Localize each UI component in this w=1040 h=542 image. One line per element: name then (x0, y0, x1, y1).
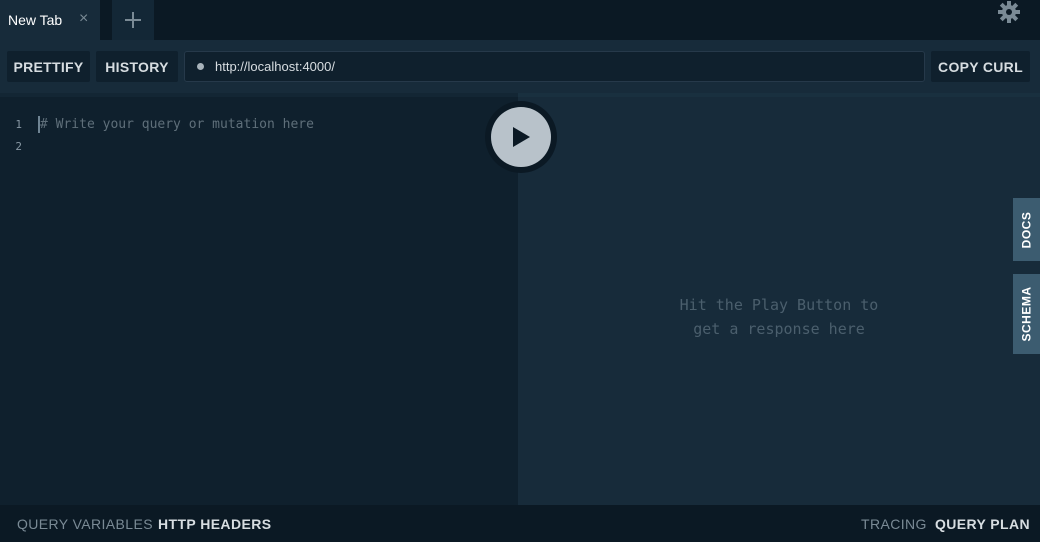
docs-tab[interactable]: DOCS (1013, 198, 1040, 261)
line-number: 2 (15, 140, 22, 153)
query-editor[interactable]: 1 2 # Write your query or mutation here (0, 93, 518, 505)
line-number: 1 (15, 118, 22, 131)
prettify-button[interactable]: PRETTIFY (7, 51, 90, 82)
endpoint-url-input[interactable]: http://localhost:4000/ (184, 51, 925, 82)
add-tab-button[interactable] (112, 0, 154, 40)
result-header (518, 93, 1040, 97)
tab-title: New Tab (8, 12, 63, 28)
result-pane: Hit the Play Button to get a response he… (518, 93, 1040, 505)
editor-line[interactable]: # Write your query or mutation here (40, 114, 314, 136)
result-hint-line-2: get a response here (693, 320, 865, 338)
schema-tab[interactable]: SCHEMA (1013, 274, 1040, 354)
http-headers-tab[interactable]: HTTP HEADERS (158, 505, 271, 542)
line-gutter: 1 2 (0, 114, 28, 158)
schema-tab-label: SCHEMA (1019, 286, 1034, 342)
settings-button[interactable] (996, 0, 1022, 24)
tracing-tab[interactable]: TRACING (861, 505, 927, 542)
gear-icon (998, 1, 1020, 23)
close-icon[interactable]: × (79, 11, 91, 27)
query-variables-tab[interactable]: QUERY VARIABLES (17, 505, 153, 542)
tab-bar: New Tab × (0, 0, 1040, 40)
docs-tab-label: DOCS (1019, 211, 1034, 248)
plus-icon (125, 12, 141, 28)
copy-curl-button[interactable]: COPY CURL (931, 51, 1030, 82)
result-hint-line-1: Hit the Play Button to (679, 296, 879, 314)
endpoint-url-text: http://localhost:4000/ (215, 59, 335, 74)
result-placeholder: Hit the Play Button to get a response he… (642, 293, 916, 341)
editor-header (0, 93, 518, 97)
connection-status-icon (197, 63, 204, 70)
execute-query-button[interactable] (491, 107, 551, 167)
toolbar: PRETTIFY HISTORY http://localhost:4000/ … (0, 40, 1040, 93)
history-button[interactable]: HISTORY (96, 51, 178, 82)
bottom-bar: QUERY VARIABLES HTTP HEADERS TRACING QUE… (0, 505, 1040, 542)
play-icon (513, 127, 530, 147)
tab-new-tab[interactable]: New Tab × (0, 0, 100, 40)
query-plan-tab[interactable]: QUERY PLAN (935, 505, 1030, 542)
